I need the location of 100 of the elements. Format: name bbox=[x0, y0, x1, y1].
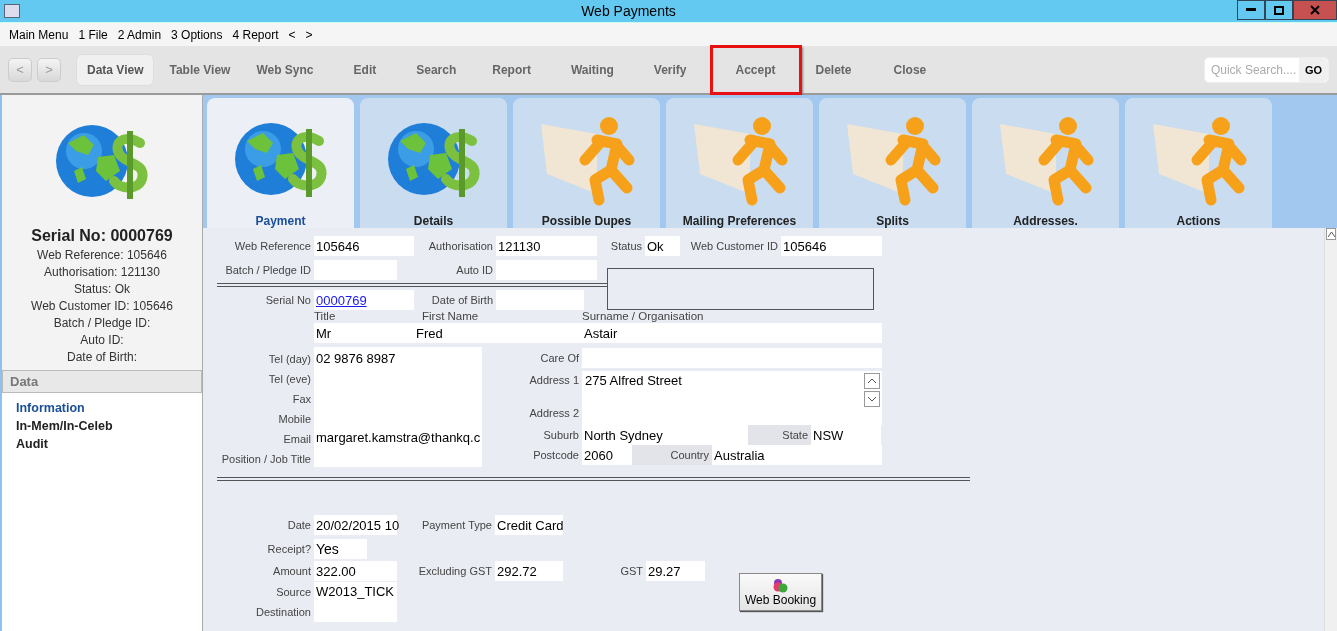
menu-item[interactable]: 3 Options bbox=[166, 27, 228, 42]
input-field[interactable]: 105646 bbox=[314, 236, 414, 256]
menu-item[interactable]: 1 File bbox=[73, 27, 113, 42]
sidebar-item[interactable]: In-Mem/In-Celeb bbox=[16, 417, 188, 435]
field-label: Payment Type bbox=[420, 519, 493, 531]
field-label: Care Of bbox=[539, 352, 580, 364]
input-field[interactable]: 02 9876 8987 bbox=[316, 349, 396, 369]
summary-line: Web Reference: 105646 bbox=[37, 247, 167, 264]
toolbar-button[interactable]: Delete bbox=[804, 53, 863, 86]
field-label: Serial No bbox=[264, 294, 312, 306]
field-label: Receipt? bbox=[266, 543, 312, 555]
tab[interactable]: Possible Dupes bbox=[513, 98, 660, 228]
close-button[interactable] bbox=[1293, 0, 1337, 20]
input-field[interactable]: 292.72 bbox=[495, 561, 563, 581]
input-field[interactable]: 29.27 bbox=[646, 561, 705, 581]
field-label: Date of Birth bbox=[430, 294, 494, 306]
tab[interactable]: Actions bbox=[1125, 98, 1272, 228]
tab[interactable]: Mailing Preferences bbox=[666, 98, 813, 228]
field-label: Country bbox=[632, 445, 712, 465]
app-icon bbox=[4, 4, 20, 18]
field-label: Suburb bbox=[542, 429, 580, 441]
field-label: Mobile bbox=[277, 413, 312, 425]
input-field[interactable]: 105646 bbox=[781, 236, 882, 256]
summary-line: Authorisation: 121130 bbox=[44, 264, 160, 281]
input-field[interactable]: 322.00 bbox=[314, 561, 397, 581]
minimize-icon bbox=[1246, 8, 1256, 12]
serial-link[interactable]: 0000769 bbox=[314, 290, 414, 310]
field-label: Title bbox=[314, 310, 337, 322]
summary-line: Date of Birth: bbox=[67, 349, 137, 366]
scrollbar[interactable] bbox=[1324, 228, 1337, 631]
sidebar-item[interactable]: Information bbox=[16, 399, 188, 417]
sidebar-item[interactable]: Audit bbox=[16, 435, 188, 453]
field-label: First Name bbox=[422, 310, 480, 322]
field-label: Address 2 bbox=[528, 407, 580, 419]
menu-item[interactable]: Main Menu bbox=[4, 27, 74, 42]
field-label: Tel (day) bbox=[267, 353, 312, 365]
field-label: Destination bbox=[254, 606, 312, 618]
field-label: Address 1 bbox=[528, 374, 580, 386]
input-field[interactable]: 121130 bbox=[496, 236, 597, 256]
scroll-up-icon[interactable] bbox=[1326, 228, 1336, 240]
window-title: Web Payments bbox=[580, 3, 677, 19]
quick-search-field[interactable]: Quick Search.... bbox=[1204, 61, 1299, 78]
section-header: Data bbox=[2, 370, 202, 393]
field-label: Position / Job Title bbox=[220, 453, 312, 465]
field-label: Authorisation bbox=[427, 240, 494, 252]
balloons-icon bbox=[772, 577, 789, 593]
input-field[interactable]: margaret.kamstra@thankq.c bbox=[316, 427, 481, 448]
summary-line: Status: Ok bbox=[74, 281, 130, 298]
toolbar-button[interactable]: Verify bbox=[642, 53, 698, 86]
toolbar-button[interactable]: Table View bbox=[158, 53, 242, 86]
menu-item[interactable]: < bbox=[283, 27, 301, 42]
tab[interactable]: Splits bbox=[819, 98, 966, 228]
field-label: GST bbox=[619, 565, 644, 577]
field-label: Status bbox=[609, 240, 643, 252]
input-field[interactable]: North Sydney bbox=[582, 425, 748, 445]
toolbar-button[interactable]: Report bbox=[481, 53, 542, 86]
toolbar-button[interactable]: Close bbox=[882, 53, 938, 86]
input-field[interactable]: 2060 bbox=[582, 445, 632, 465]
field-label: Batch / Pledge ID bbox=[224, 264, 312, 276]
toolbar-button[interactable]: Accept bbox=[709, 44, 802, 95]
maximize-button[interactable] bbox=[1265, 0, 1293, 20]
field-label: Excluding GST bbox=[417, 565, 493, 577]
field-label: Amount bbox=[272, 565, 312, 577]
field-label: Auto ID bbox=[455, 264, 494, 276]
field-label: State bbox=[748, 425, 811, 445]
field-label: Email bbox=[282, 433, 312, 445]
menu-item[interactable]: 4 Report bbox=[227, 27, 284, 42]
toolbar-button[interactable]: Edit bbox=[342, 53, 388, 86]
summary-line: Auto ID: bbox=[80, 332, 124, 349]
tab[interactable]: Payment bbox=[207, 98, 354, 228]
toolbar-button[interactable]: Search bbox=[405, 53, 468, 86]
field-label: Web Reference bbox=[233, 240, 312, 252]
field-label: Surname / Organisation bbox=[582, 310, 705, 322]
tab[interactable]: Addresses. bbox=[972, 98, 1119, 228]
field-label: Tel (eve) bbox=[267, 373, 312, 385]
field-label: Postcode bbox=[532, 449, 580, 461]
quick-search-field[interactable]: Quick Search.... GO bbox=[1203, 56, 1329, 83]
toolbar-button[interactable]: Waiting bbox=[559, 53, 625, 86]
summary-line: Web Customer ID: 105646 bbox=[31, 298, 173, 315]
tab[interactable]: Details bbox=[360, 98, 507, 228]
input-field[interactable]: Ok bbox=[645, 236, 680, 256]
toolbar-button[interactable]: Data View bbox=[76, 53, 155, 86]
field-label: Date bbox=[286, 519, 312, 531]
summary-line: Batch / Pledge ID: bbox=[53, 315, 151, 332]
web-booking-button[interactable]: Web Booking bbox=[739, 573, 822, 611]
field-label: Source bbox=[275, 586, 312, 598]
toolbar-button[interactable]: Web Sync bbox=[245, 53, 325, 86]
input-field[interactable]: NSW bbox=[811, 425, 881, 445]
input-field[interactable]: 20/02/2015 10 bbox=[314, 515, 397, 535]
field-label: Fax bbox=[291, 393, 312, 405]
maximize-icon bbox=[1274, 5, 1284, 15]
input-field[interactable]: Yes bbox=[314, 539, 367, 559]
minimize-button[interactable] bbox=[1237, 0, 1265, 20]
menu-item[interactable]: 2 Admin bbox=[112, 27, 167, 42]
input-field[interactable]: Credit Card bbox=[495, 515, 563, 535]
close-icon bbox=[1310, 5, 1320, 15]
go-button[interactable]: GO bbox=[1298, 57, 1328, 82]
field-label: Web Customer ID bbox=[689, 240, 779, 252]
input-field[interactable]: Australia bbox=[712, 445, 882, 465]
menu-item[interactable]: > bbox=[300, 27, 318, 42]
